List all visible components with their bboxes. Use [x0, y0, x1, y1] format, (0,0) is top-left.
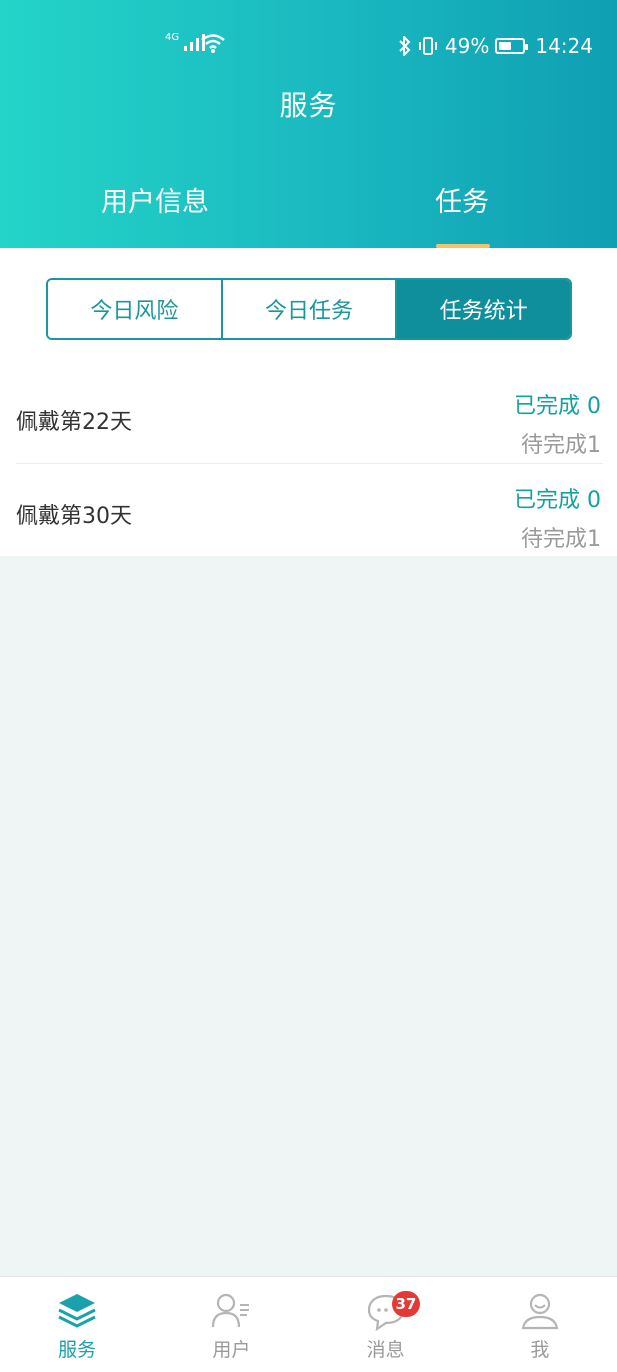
clock: 14:24: [535, 34, 593, 58]
task-name: 佩戴第30天: [16, 504, 132, 529]
user-list-icon: [212, 1293, 250, 1328]
nav-me-label: 我: [530, 1339, 550, 1361]
main-content: 今日风险 今日任务 任务统计 佩戴第22天 已完成 0 待完成1 佩戴第30天 …: [0, 248, 617, 556]
wifi-icon: [201, 34, 225, 53]
task-name: 佩戴第22天: [16, 410, 132, 435]
done-count: 已完成 0: [514, 488, 601, 513]
profile-icon: [521, 1293, 559, 1330]
done-count: 已完成 0: [514, 394, 601, 419]
tab-user-info[interactable]: 用户信息: [55, 180, 255, 248]
bluetooth-icon: [399, 36, 411, 56]
list-item[interactable]: 佩戴第22天 已完成 0 待完成1: [16, 372, 603, 464]
nav-user[interactable]: 用户: [154, 1277, 308, 1372]
nav-service-label: 服务: [58, 1339, 97, 1361]
tab-user-info-label: 用户信息: [101, 187, 209, 218]
pending-count: 待完成1: [521, 527, 601, 552]
pending-count: 待完成1: [521, 433, 601, 458]
bottom-nav: 服务 用户 37 消息 我: [0, 1276, 617, 1372]
layers-icon: [58, 1294, 96, 1328]
nav-service[interactable]: 服务: [0, 1277, 154, 1372]
message-badge: 37: [391, 1291, 421, 1317]
tab-task[interactable]: 任务: [412, 180, 512, 248]
right-status: 49% 14:24: [399, 34, 593, 58]
list-item[interactable]: 佩戴第30天 已完成 0 待完成1: [16, 466, 603, 558]
status-bar: 4G 49% 14:24: [0, 30, 617, 64]
segment-control: 今日风险 今日任务 任务统计: [46, 278, 572, 340]
vibrate-icon: [418, 37, 437, 55]
segment-today-task[interactable]: 今日任务: [220, 280, 396, 338]
segment-task-stats[interactable]: 任务统计: [395, 280, 570, 338]
battery-percent: 49%: [444, 34, 490, 58]
nav-message[interactable]: 37 消息: [309, 1277, 463, 1372]
nav-user-label: 用户: [212, 1339, 251, 1361]
header: 4G 49% 14:24 服务 用户信息 任务: [0, 0, 617, 248]
battery-icon: [495, 38, 529, 54]
network-type: 4G: [165, 32, 180, 43]
nav-message-label: 消息: [366, 1339, 405, 1361]
tab-task-label: 任务: [435, 187, 489, 218]
page-title: 服务: [279, 89, 338, 122]
segment-today-risk[interactable]: 今日风险: [48, 280, 221, 338]
header-tabs: 用户信息 任务: [0, 180, 617, 248]
nav-me[interactable]: 我: [463, 1277, 617, 1372]
